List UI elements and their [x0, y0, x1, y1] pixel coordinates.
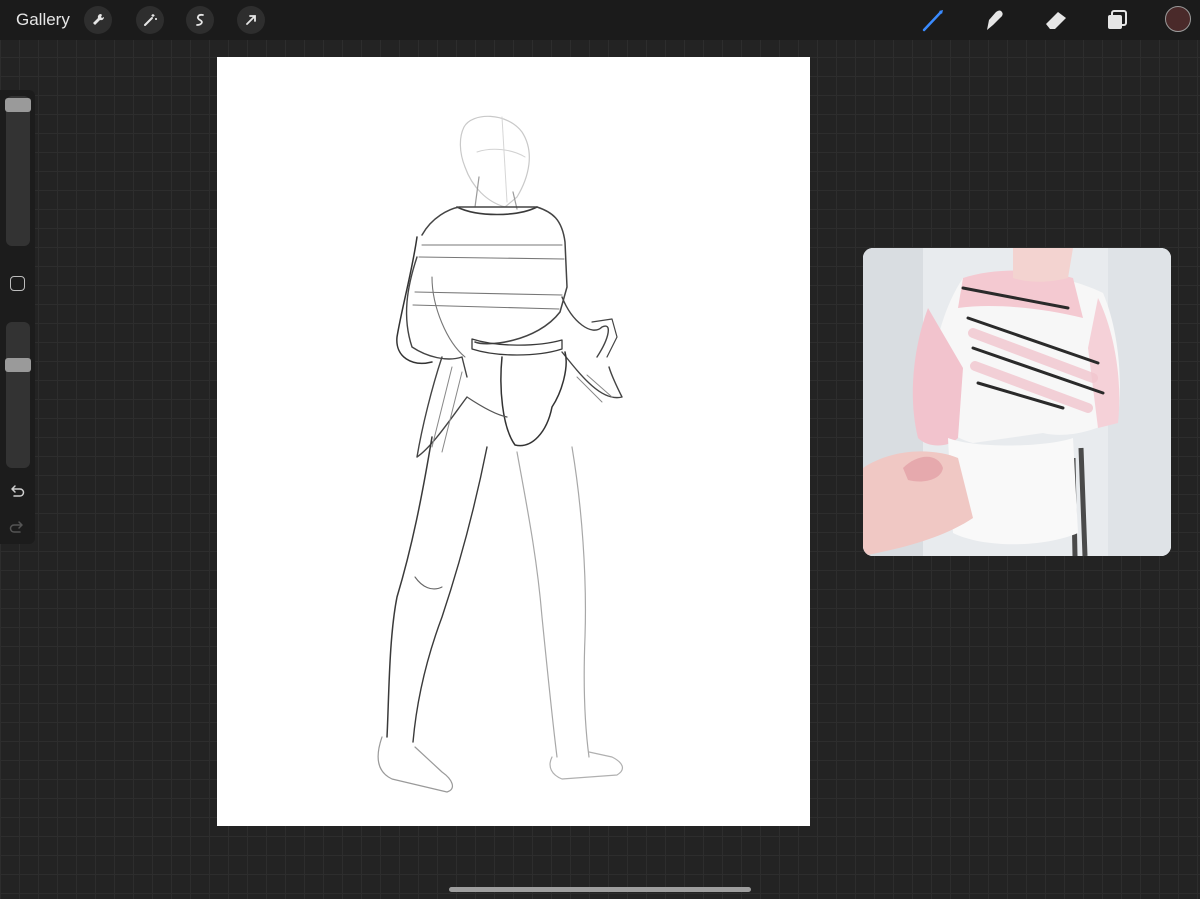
reference-photo	[863, 248, 1171, 556]
layers-button[interactable]	[1103, 6, 1131, 34]
figure-sketch	[377, 115, 624, 793]
wrench-icon	[93, 13, 105, 25]
smudge-tool-button[interactable]	[980, 6, 1008, 34]
selection-button[interactable]	[186, 6, 214, 34]
drawing-canvas[interactable]	[217, 57, 810, 826]
undo-icon[interactable]	[8, 482, 26, 500]
transform-button[interactable]	[237, 6, 265, 34]
transform-arrow-icon	[246, 15, 256, 25]
layers-icon	[1108, 10, 1127, 29]
brush-tool-button[interactable]	[919, 6, 947, 34]
left-sidebar	[0, 90, 35, 544]
color-picker-button[interactable]	[1165, 6, 1191, 32]
brush-size-slider[interactable]	[6, 96, 30, 246]
gallery-button[interactable]: Gallery	[16, 10, 70, 30]
redo-icon[interactable]	[8, 518, 26, 536]
eraser-tool-button[interactable]	[1042, 6, 1070, 34]
modify-button[interactable]	[10, 276, 25, 291]
reference-image[interactable]	[863, 248, 1171, 556]
eraser-icon	[1046, 12, 1066, 29]
selection-icon	[196, 13, 204, 26]
adjustments-button[interactable]	[136, 6, 164, 34]
opacity-slider-thumb[interactable]	[5, 358, 31, 372]
brush-icon	[922, 10, 943, 32]
opacity-slider[interactable]	[6, 322, 30, 468]
top-toolbar: Gallery	[0, 0, 1200, 40]
home-indicator[interactable]	[449, 887, 751, 892]
magic-wand-icon	[144, 14, 157, 26]
smudge-icon	[987, 10, 1003, 30]
actions-button[interactable]	[84, 6, 112, 34]
brush-size-slider-thumb[interactable]	[5, 98, 31, 112]
